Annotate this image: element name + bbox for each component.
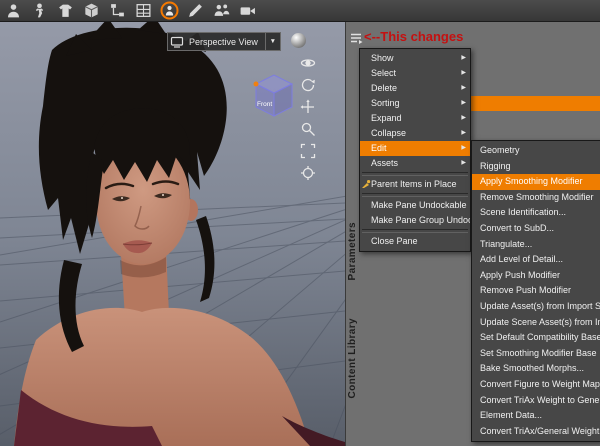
submenu-arrow-icon: ▶ [461, 160, 466, 166]
menu-item-parent-items-in-place[interactable]: Parent Items in Place [360, 177, 470, 192]
submenu-item-convert-triax-weight-to-general[interactable]: Convert TriAx Weight to General... [472, 393, 600, 409]
menu-separator [362, 172, 468, 176]
submenu-arrow-icon: ▶ [461, 100, 466, 106]
zoom-icon[interactable] [300, 121, 316, 137]
frame-icon[interactable] [300, 143, 316, 159]
viewport-camera-tools [300, 55, 316, 181]
surfaces-icon[interactable] [134, 1, 153, 20]
menu-item-collapse[interactable]: Collapse ▶ [360, 126, 470, 141]
submenu-item-convert-triax-general-weight[interactable]: Convert TriAx/General Weight to... [472, 424, 600, 440]
menu-item-expand[interactable]: Expand ▶ [360, 111, 470, 126]
submenu-item-triangulate[interactable]: Triangulate... [472, 237, 600, 253]
aim-icon[interactable] [300, 165, 316, 181]
pan-icon[interactable] [300, 99, 316, 115]
render-camera-icon[interactable] [238, 1, 257, 20]
submenu-item-geometry[interactable]: Geometry [472, 143, 600, 159]
edit-submenu: Geometry Rigging Apply Smoothing Modifie… [471, 140, 600, 443]
view-selector-dropdown-arrow[interactable]: ▼ [264, 33, 280, 50]
submenu-item-remove-smoothing-modifier[interactable]: Remove Smoothing Modifier [472, 190, 600, 206]
tab-content-library[interactable]: Content Library [347, 318, 358, 398]
daz-studio-window: Perspective View ▼ Front <--This changes… [0, 0, 600, 446]
submenu-item-bake-smoothed-morphs[interactable]: Bake Smoothed Morphs... [472, 361, 600, 377]
props-icon[interactable] [82, 1, 101, 20]
submenu-arrow-icon: ▶ [461, 85, 466, 91]
submenu-arrow-icon: ▶ [461, 55, 466, 61]
view-selector[interactable]: Perspective View ▼ [167, 32, 281, 51]
scene-list-icon[interactable] [108, 1, 127, 20]
tab-parameters[interactable]: Parameters [347, 222, 358, 280]
parent-in-place-icon [361, 179, 371, 192]
orientation-cube-gizmo[interactable]: Front [246, 70, 300, 120]
menu-item-show[interactable]: Show ▶ [360, 51, 470, 66]
gizmo-face-label: Front [257, 101, 272, 108]
submenu-arrow-icon: ▶ [461, 130, 466, 136]
menu-item-close-pane[interactable]: Close Pane [360, 234, 470, 249]
submenu-item-set-default-compatibility-bases[interactable]: Set Default Compatibility Bases... [472, 330, 600, 346]
menu-item-select[interactable]: Select ▶ [360, 66, 470, 81]
menu-separator [362, 193, 468, 197]
submenu-arrow-icon: ▶ [461, 115, 466, 121]
submenu-arrow-icon: ▶ [461, 70, 466, 76]
menu-item-make-pane-undockable[interactable]: Make Pane Undockable [360, 198, 470, 213]
submenu-item-scene-identification[interactable]: Scene Identification... [472, 205, 600, 221]
actor-icon[interactable] [4, 1, 23, 20]
menu-separator [362, 229, 468, 233]
submenu-item-apply-push-modifier[interactable]: Apply Push Modifier [472, 268, 600, 284]
submenu-item-add-level-of-detail[interactable]: Add Level of Detail... [472, 252, 600, 268]
scene-pane-context-menu: Show ▶ Select ▶ Delete ▶ Sorting ▶ Expand ▶ C… [359, 48, 471, 252]
submenu-item-set-smoothing-modifier-base[interactable]: Set Smoothing Modifier Base [472, 346, 600, 362]
menu-item-delete[interactable]: Delete ▶ [360, 81, 470, 96]
submenu-item-update-scene-assets-from-import[interactable]: Update Scene Asset(s) from Import... [472, 315, 600, 331]
active-tool-icon[interactable] [160, 1, 179, 20]
viewport-icon [168, 35, 186, 49]
view-selector-label: Perspective View [189, 36, 258, 47]
menu-item-edit[interactable]: Edit ▶ [360, 141, 470, 156]
main-toolbar [0, 0, 600, 22]
menu-item-assets[interactable]: Assets ▶ [360, 156, 470, 171]
rotate-icon[interactable] [300, 77, 316, 93]
annotation-this-changes: <--This changes [364, 29, 464, 44]
scene-pane: <--This changes Parameters Content Libra… [345, 22, 600, 446]
menu-item-make-pane-group-undockable[interactable]: Make Pane Group Undockable [360, 213, 470, 228]
wardrobe-icon[interactable] [56, 1, 75, 20]
submenu-item-convert-figure-to-weight-mapping[interactable]: Convert Figure to Weight Mapping... [472, 377, 600, 393]
orbit-icon[interactable] [300, 55, 316, 71]
people-icon[interactable] [212, 1, 231, 20]
paint-icon[interactable] [186, 1, 205, 20]
submenu-item-element-data[interactable]: Element Data... [472, 408, 600, 424]
pose-icon[interactable] [30, 1, 49, 20]
submenu-item-apply-smoothing-modifier[interactable]: Apply Smoothing Modifier [472, 174, 600, 190]
submenu-arrow-icon: ▶ [461, 145, 466, 151]
gizmo-corner-marker [253, 81, 259, 87]
viewport-canvas[interactable]: Perspective View ▼ Front [0, 22, 345, 446]
submenu-item-convert-to-subd[interactable]: Convert to SubD... [472, 221, 600, 237]
menu-item-sorting[interactable]: Sorting ▶ [360, 96, 470, 111]
submenu-item-rigging[interactable]: Rigging [472, 159, 600, 175]
submenu-item-update-assets-from-import-source[interactable]: Update Asset(s) from Import Source [472, 299, 600, 315]
submenu-item-remove-push-modifier[interactable]: Remove Push Modifier [472, 283, 600, 299]
scene-selected-item-highlight[interactable] [471, 96, 600, 111]
shaded-style-icon[interactable] [291, 33, 306, 48]
